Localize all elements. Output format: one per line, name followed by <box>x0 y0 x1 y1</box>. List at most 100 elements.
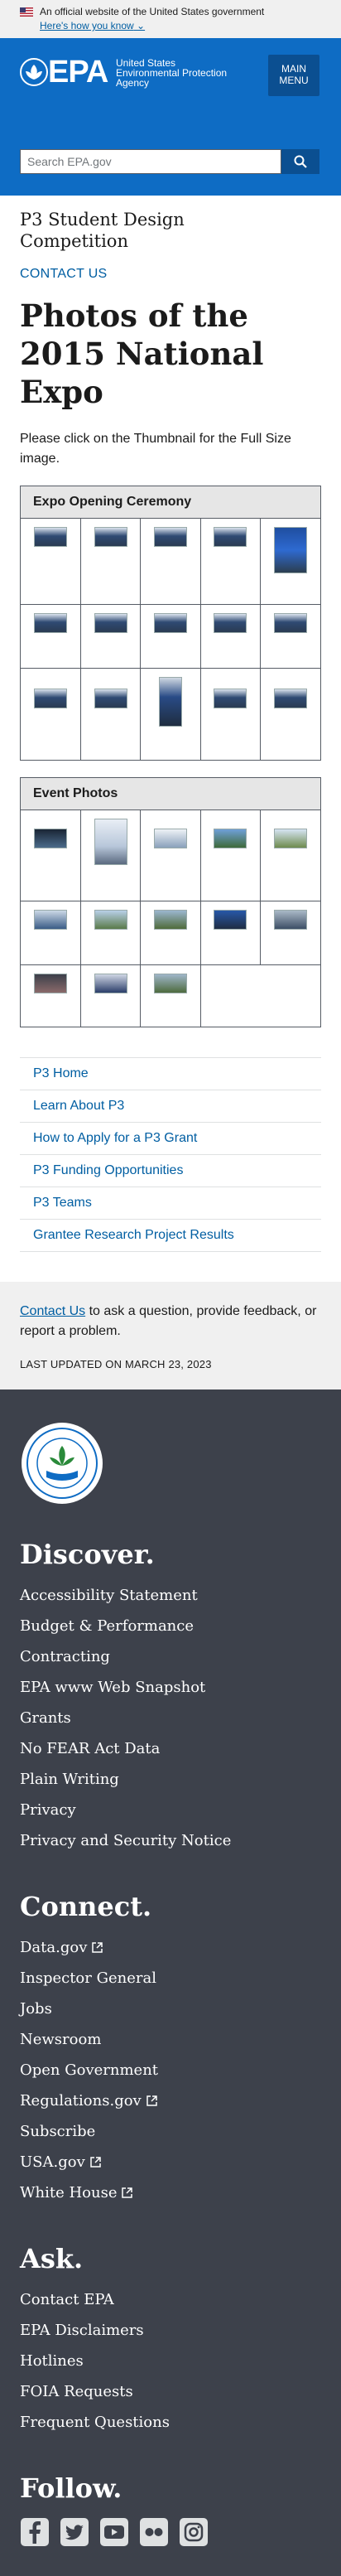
ask-links: Contact EPA EPA Disclaimers Hotlines FOI… <box>20 2284 321 2438</box>
footer-link[interactable]: Contact EPA <box>20 2284 321 2315</box>
external-link-icon <box>92 1942 103 1953</box>
nav-item-how-to-apply[interactable]: How to Apply for a P3 Grant <box>20 1123 321 1155</box>
footer-link[interactable]: Grants <box>20 1703 321 1733</box>
gallery-opening-ceremony: Expo Opening Ceremony <box>20 486 321 761</box>
photo-thumbnail[interactable] <box>21 519 81 605</box>
footer-link[interactable]: White House <box>20 2177 321 2208</box>
footer-link[interactable]: USA.gov <box>20 2147 321 2177</box>
photo-thumbnail[interactable] <box>21 603 81 669</box>
nav-item-p3-teams[interactable]: P3 Teams <box>20 1187 321 1220</box>
footer-link[interactable]: EPA Disclaimers <box>20 2315 321 2346</box>
footer-link[interactable]: FOIA Requests <box>20 2376 321 2407</box>
photo-thumbnail[interactable] <box>199 810 262 901</box>
photo-thumbnail[interactable] <box>260 810 320 901</box>
nav-item-grantee-results[interactable]: Grantee Research Project Results <box>20 1220 321 1252</box>
photo-thumbnail[interactable] <box>21 667 81 760</box>
photo-thumbnail[interactable] <box>140 667 201 760</box>
footer-link[interactable]: Plain Writing <box>20 1764 321 1795</box>
epa-flower-icon[interactable] <box>20 58 48 86</box>
photo-thumbnail[interactable] <box>79 603 142 669</box>
search-button[interactable] <box>281 149 319 174</box>
footer-link[interactable]: Frequent Questions <box>20 2407 321 2438</box>
footer-link[interactable]: Accessibility Statement <box>20 1580 321 1611</box>
nav-item-funding-opportunities[interactable]: P3 Funding Opportunities <box>20 1155 321 1187</box>
search-input[interactable] <box>20 149 281 174</box>
footer-link[interactable]: Newsroom <box>20 2024 321 2055</box>
photo-grid <box>21 810 320 1027</box>
main-menu-button[interactable]: MAIN MENU <box>268 55 319 96</box>
external-link-icon <box>122 2187 133 2198</box>
footer-link[interactable]: Subscribe <box>20 2116 321 2147</box>
how-you-know-link[interactable]: Here's how you know ⌄ <box>40 20 145 31</box>
epa-seal-icon[interactable] <box>22 1423 103 1504</box>
footer-link[interactable]: Inspector General <box>20 1963 321 1994</box>
youtube-icon[interactable] <box>99 2517 129 2547</box>
photo-thumbnail[interactable] <box>260 519 320 605</box>
section-nav: P3 Home Learn About P3 How to Apply for … <box>20 1057 321 1252</box>
photo-thumbnail[interactable] <box>199 519 262 605</box>
instagram-icon[interactable] <box>179 2517 209 2547</box>
footer-link[interactable]: Jobs <box>20 1994 321 2024</box>
photo-thumbnail[interactable] <box>140 900 201 965</box>
epa-logo-text[interactable]: EPA <box>48 56 108 88</box>
footer-link[interactable]: Contracting <box>20 1641 321 1672</box>
flickr-icon[interactable] <box>139 2517 169 2547</box>
social-links <box>20 2517 321 2547</box>
footer-link[interactable]: Data.gov <box>20 1932 321 1963</box>
photo-thumbnail[interactable] <box>79 900 142 965</box>
contact-text: Contact Us to ask a question, provide fe… <box>20 1304 317 1338</box>
contact-box: Contact Us to ask a question, provide fe… <box>0 1282 341 1389</box>
page-title: Photos of the 2015 National Expo <box>20 297 264 410</box>
connect-heading: Connect. <box>20 1891 152 1922</box>
photo-thumbnail[interactable] <box>260 667 320 760</box>
us-flag-icon <box>20 7 33 17</box>
gallery-caption: Expo Opening Ceremony <box>21 486 320 519</box>
empty-cell <box>199 964 261 1027</box>
discover-heading: Discover. <box>20 1539 155 1570</box>
photo-thumbnail[interactable] <box>199 603 262 669</box>
ask-heading: Ask. <box>20 2243 84 2274</box>
discover-links: Accessibility Statement Budget & Perform… <box>20 1580 321 1856</box>
twitter-icon[interactable] <box>60 2517 89 2547</box>
footer-link[interactable]: Hotlines <box>20 2346 321 2376</box>
photo-thumbnail[interactable] <box>21 900 81 965</box>
contact-us-link-bottom[interactable]: Contact Us <box>20 1304 85 1318</box>
contact-us-link[interactable]: CONTACT US <box>20 267 321 282</box>
photo-thumbnail[interactable] <box>260 900 320 965</box>
photo-thumbnail[interactable] <box>140 964 201 1027</box>
photo-grid <box>21 519 320 760</box>
footer-link[interactable]: Privacy and Security Notice <box>20 1825 321 1856</box>
photo-thumbnail[interactable] <box>79 964 142 1027</box>
photo-thumbnail[interactable] <box>21 810 81 901</box>
footer-link[interactable]: Budget & Performance <box>20 1611 321 1641</box>
last-updated: LAST UPDATED ON MARCH 23, 2023 <box>20 1358 212 1370</box>
official-site-text: An official website of the United States… <box>40 6 265 17</box>
photo-thumbnail[interactable] <box>140 603 201 669</box>
photo-thumbnail[interactable] <box>199 900 262 965</box>
photo-thumbnail[interactable] <box>140 519 201 605</box>
photo-thumbnail[interactable] <box>79 519 142 605</box>
photo-thumbnail[interactable] <box>199 667 262 760</box>
photo-thumbnail[interactable] <box>79 667 142 760</box>
photo-thumbnail[interactable] <box>260 603 320 669</box>
nav-item-learn-about-p3[interactable]: Learn About P3 <box>20 1090 321 1123</box>
footer-link[interactable]: EPA www Web Snapshot <box>20 1672 321 1703</box>
footer-link[interactable]: Privacy <box>20 1795 321 1825</box>
main-content: P3 Student Design Competition CONTACT US… <box>0 209 341 1252</box>
gallery-caption: Event Photos <box>21 778 320 810</box>
chevron-down-icon: ⌄ <box>137 20 146 31</box>
connect-links: Data.gov Inspector General Jobs Newsroom… <box>20 1932 321 2208</box>
empty-cell <box>260 964 320 1027</box>
facebook-icon[interactable] <box>20 2517 50 2547</box>
photo-thumbnail[interactable] <box>79 810 142 901</box>
site-title[interactable]: P3 Student Design Competition <box>20 209 202 252</box>
photo-thumbnail[interactable] <box>140 810 201 901</box>
agency-name: United States Environmental Protection A… <box>116 57 228 89</box>
footer-link[interactable]: Regulations.gov <box>20 2085 321 2116</box>
nav-item-p3-home[interactable]: P3 Home <box>20 1058 321 1090</box>
gov-banner: An official website of the United States… <box>0 0 341 38</box>
photo-thumbnail[interactable] <box>21 964 81 1027</box>
follow-heading: Follow. <box>20 2472 122 2504</box>
footer-link[interactable]: No FEAR Act Data <box>20 1733 321 1764</box>
footer-link[interactable]: Open Government <box>20 2055 321 2085</box>
